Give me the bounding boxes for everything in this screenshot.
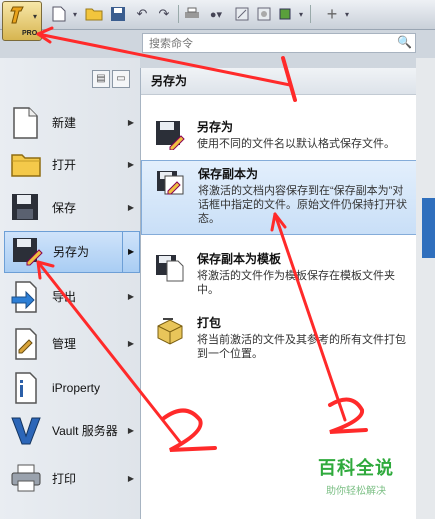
new-document-icon (10, 107, 42, 139)
menu-item-manage[interactable]: 管理 ▶ (4, 323, 140, 365)
chevron-down-icon[interactable]: ▾ (296, 4, 306, 24)
chevron-right-icon: ▶ (127, 426, 134, 435)
menu-item-vault-server[interactable]: Vault 服务器 ▶ (4, 410, 140, 452)
menu-item-label: 导出 (52, 290, 77, 304)
pack-and-go-icon (155, 316, 185, 346)
submenu-item-description: 使用不同的文件名以默认格式保存文件。 (197, 138, 395, 150)
recent-documents-toggle: ▤ ▭ (92, 70, 130, 88)
application-menu-button[interactable]: ▾ PRO (2, 1, 42, 41)
submenu-item-save-as[interactable]: 另存为 使用不同的文件名以默认格式保存文件。 (141, 114, 417, 160)
undo-icon[interactable]: ↶ (132, 4, 152, 24)
watermark-brand: 百科全说 (318, 458, 394, 478)
export-icon (10, 281, 42, 313)
folder-open-icon (10, 149, 42, 181)
chevron-right-icon: ▶ (127, 292, 134, 301)
menu-item-new[interactable]: 新建 ▶ (4, 102, 140, 144)
submenu-item-title: 保存副本为 (198, 167, 259, 181)
submenu-item-description: 将激活的文档内容保存到在“保存副本为”对话框中指定的文件。原始文件仍保持打开状态… (198, 185, 407, 225)
menu-item-label: Vault 服务器 (52, 424, 118, 438)
submenu-item-save-copy-as-template[interactable]: 保存副本为模板 将激活的文件作为模板保存在模板文件夹中。 (141, 246, 417, 296)
inventor-logo-icon (10, 6, 24, 24)
menu-item-label: 管理 (52, 337, 77, 351)
search-input[interactable] (147, 35, 391, 53)
menu-item-label: 新建 (52, 116, 77, 130)
menu-item-label: 另存为 (53, 245, 90, 259)
add-icon[interactable]: + (322, 4, 342, 24)
redo-icon[interactable]: ↷ (154, 4, 174, 24)
background-accent-stripe (422, 198, 435, 258)
manage-icon (10, 328, 42, 360)
new-icon[interactable] (50, 4, 68, 24)
submenu-item-description: 将当前激活的文件及其参考的所有文件打包到一个位置。 (197, 334, 406, 360)
menu-item-open[interactable]: 打开 ▶ (4, 144, 140, 186)
background-window-edge (416, 58, 435, 519)
submenu-item-save-copy-as[interactable]: 保存副本为 将激活的文档内容保存到在“保存副本为”对话框中指定的文件。原始文件仍… (141, 160, 417, 235)
search-icon[interactable]: 🔍 (397, 35, 412, 49)
watermark-tagline: 助你轻松解决 (326, 486, 386, 497)
chevron-down-icon: ▾ (33, 12, 38, 21)
iproperty-icon (10, 372, 42, 404)
view-icon[interactable] (276, 4, 294, 24)
menu-item-print[interactable]: 打印 ▶ (4, 458, 140, 500)
submenu-item-pack[interactable]: 打包 将当前激活的文件及其参考的所有文件打包到一个位置。 (141, 310, 417, 360)
floppy-icon (10, 192, 42, 224)
command-search[interactable]: 🔍 (142, 33, 416, 53)
printer-icon (10, 463, 42, 495)
print-icon[interactable] (182, 4, 202, 24)
app-edition-badge: PRO (22, 30, 38, 37)
recent-documents-icon[interactable]: ▤ (92, 70, 110, 88)
customize-icon[interactable]: ▾ (342, 4, 352, 24)
save-as-submenu-arrow[interactable]: ▶ (122, 231, 140, 273)
quick-access-toolbar: ▾ ↶ ↷ ●▾ ▾ + ▾ (0, 0, 435, 30)
template-icon (155, 252, 185, 282)
chevron-right-icon: ▶ (127, 474, 134, 483)
menu-item-iproperty[interactable]: iProperty (4, 367, 140, 409)
submenu-title: 另存为 (141, 68, 417, 95)
save-copy-as-icon (156, 167, 186, 197)
menu-item-save-as[interactable]: 另存为 (4, 231, 124, 273)
watermark: 百科全说 助你轻松解决 (318, 454, 394, 497)
menu-item-save[interactable]: 保存 ▶ (4, 187, 140, 229)
submenu-item-title: 保存副本为模板 (197, 252, 282, 266)
chevron-right-icon: ▶ (127, 118, 134, 127)
chevron-down-icon[interactable]: ▾ (70, 4, 80, 24)
sketch-icon[interactable] (232, 4, 252, 24)
submenu-item-title: 打包 (197, 316, 222, 330)
submenu-item-description: 将激活的文件作为模板保存在模板文件夹中。 (197, 270, 395, 296)
chevron-right-icon: ▶ (128, 247, 135, 256)
open-documents-icon[interactable]: ▭ (112, 70, 130, 88)
open-icon[interactable] (84, 4, 104, 24)
save-as-submenu: 另存为 另存为 使用不同的文件名以默认格式保存文件。 保存副本为 将激活的文档内… (140, 68, 417, 519)
menu-item-label: 保存 (52, 201, 77, 215)
save-as-icon (155, 120, 185, 151)
menu-item-label: 打印 (52, 472, 77, 486)
measure-icon[interactable] (254, 4, 274, 24)
chevron-right-icon: ▶ (127, 160, 134, 169)
save-icon[interactable] (108, 4, 128, 24)
chevron-right-icon: ▶ (127, 203, 134, 212)
submenu-item-title: 另存为 (197, 120, 234, 134)
chevron-right-icon: ▶ (127, 339, 134, 348)
pick-icon[interactable]: ●▾ (204, 4, 228, 24)
save-as-icon (11, 236, 43, 268)
menu-item-label: 打开 (52, 158, 77, 172)
menu-item-export[interactable]: 导出 ▶ (4, 276, 140, 318)
menu-item-label: iProperty (52, 381, 101, 395)
vault-icon (10, 415, 42, 447)
